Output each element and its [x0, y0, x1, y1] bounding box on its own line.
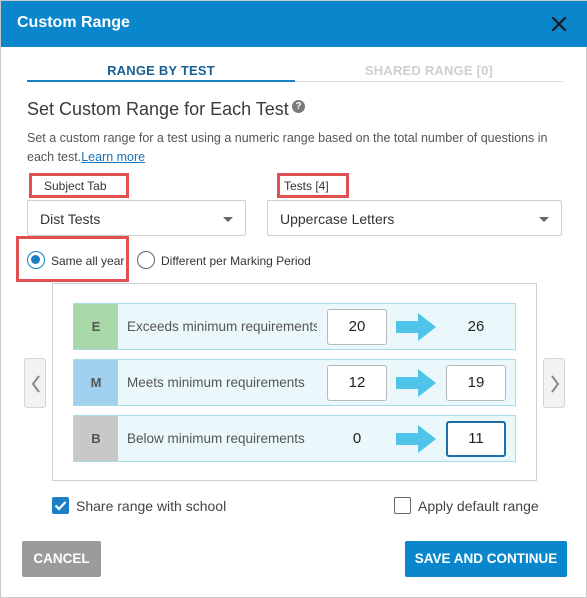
- share-range-label: Share range with school: [76, 498, 227, 514]
- range-row-below: B Below minimum requirements 0 11: [73, 415, 516, 462]
- same-all-year-radio[interactable]: [27, 251, 45, 269]
- dialog-title: Custom Range: [17, 14, 130, 31]
- next-arrow[interactable]: [543, 358, 565, 408]
- range-label: Meets minimum requirements: [127, 375, 305, 390]
- range-letter-badge: B: [74, 416, 118, 461]
- tests-value: Uppercase Letters: [280, 211, 395, 227]
- range-max-input[interactable]: 11: [446, 421, 506, 457]
- cancel-button[interactable]: CANCEL: [22, 541, 101, 577]
- same-all-year-label: Same all year: [51, 254, 125, 268]
- apply-default-checkbox[interactable]: [394, 497, 411, 514]
- range-max-input[interactable]: 19: [446, 365, 506, 401]
- range-letter-badge: E: [74, 304, 118, 349]
- save-and-continue-button[interactable]: SAVE AND CONTINUE: [405, 541, 567, 577]
- previous-arrow[interactable]: [24, 358, 46, 408]
- tab-shared-range[interactable]: SHARED RANGE [0]: [295, 63, 563, 83]
- different-per-period-label: Different per Marking Period: [161, 254, 311, 268]
- dialog-titlebar: Custom Range: [1, 1, 587, 47]
- range-row-meets: M Meets minimum requirements 12 19: [73, 359, 516, 406]
- tests-select[interactable]: Uppercase Letters: [267, 200, 562, 236]
- arrow-right-icon: [396, 369, 436, 397]
- subject-tab-value: Dist Tests: [40, 211, 101, 227]
- chevron-right-icon: [551, 375, 560, 393]
- learn-more-link[interactable]: Learn more: [81, 150, 145, 164]
- range-label: Exceeds minimum requirements: [127, 319, 317, 334]
- subject-tab-label: Subject Tab: [44, 179, 107, 193]
- active-tab-indicator: [27, 80, 295, 82]
- chevron-down-icon: [539, 217, 549, 222]
- range-label: Below minimum requirements: [127, 431, 305, 446]
- range-min-input[interactable]: 12: [327, 365, 387, 401]
- range-row-exceeds: E Exceeds minimum requirements 20 26: [73, 303, 516, 350]
- tests-label: Tests [4]: [284, 179, 329, 193]
- close-icon[interactable]: [549, 14, 569, 34]
- arrow-right-icon: [396, 425, 436, 453]
- share-range-checkbox[interactable]: [52, 497, 69, 514]
- apply-default-label: Apply default range: [418, 498, 539, 514]
- description-text: Set a custom range for a test using a nu…: [27, 129, 567, 167]
- chevron-down-icon: [223, 217, 233, 222]
- different-per-period-radio[interactable]: [137, 251, 155, 269]
- chevron-left-icon: [31, 375, 40, 393]
- range-max-value: 26: [467, 318, 485, 335]
- range-min-input[interactable]: 20: [327, 309, 387, 345]
- arrow-right-icon: [396, 313, 436, 341]
- subject-tab-select[interactable]: Dist Tests: [27, 200, 246, 236]
- range-letter-badge: M: [74, 360, 118, 405]
- checkmark-icon: [54, 501, 67, 511]
- custom-range-dialog: Custom Range RANGE BY TEST SHARED RANGE …: [0, 0, 587, 598]
- help-icon[interactable]: ?: [292, 100, 305, 113]
- tab-divider: [295, 81, 563, 82]
- range-min-value: 0: [352, 430, 362, 447]
- section-heading: Set Custom Range for Each Test: [27, 99, 289, 119]
